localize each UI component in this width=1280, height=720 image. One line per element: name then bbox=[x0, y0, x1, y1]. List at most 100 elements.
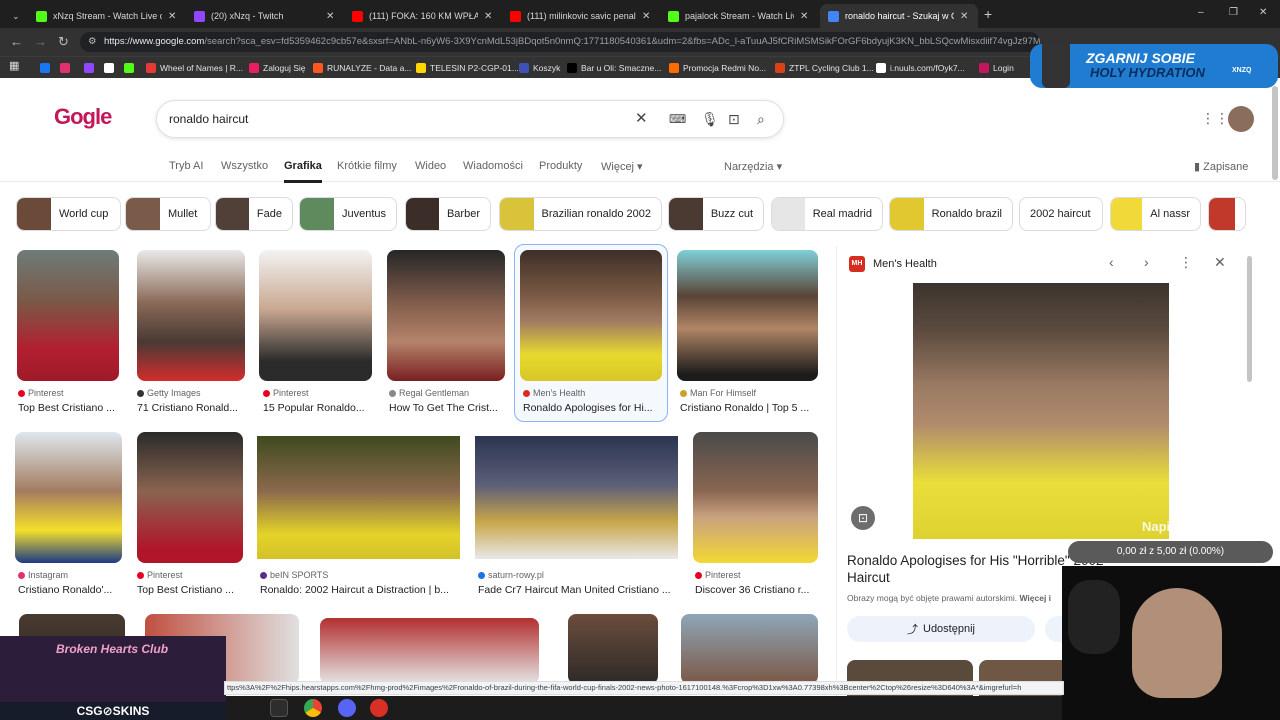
microphone-icon[interactable]: 🎙 bbox=[701, 110, 719, 128]
browser-tab[interactable]: xNzq Stream - Watch Live on K ✕ bbox=[28, 4, 186, 28]
result-source[interactable]: beIN SPORTS bbox=[260, 570, 328, 580]
tools-button[interactable]: Narzędzia ▾ bbox=[724, 160, 782, 173]
previous-icon[interactable]: ‹ bbox=[1109, 254, 1114, 270]
result-image[interactable] bbox=[137, 432, 243, 563]
result-image[interactable] bbox=[320, 618, 539, 684]
result-image[interactable] bbox=[681, 614, 818, 684]
chrome-icon[interactable] bbox=[304, 699, 322, 717]
result-image[interactable] bbox=[257, 436, 460, 559]
filter-chip[interactable] bbox=[1208, 197, 1246, 231]
tab-ai-mode[interactable]: Tryb AI bbox=[169, 160, 203, 172]
tab-videos[interactable]: Wideo bbox=[415, 160, 446, 172]
browser-tab[interactable]: (111) FOKA: 160 KM WPŁAW P ✕ bbox=[344, 4, 502, 28]
saved-button[interactable]: ▮ Zapisane bbox=[1194, 160, 1248, 173]
bookmark-item[interactable] bbox=[84, 61, 94, 75]
panel-source[interactable]: MH Men's Health bbox=[849, 256, 937, 272]
filter-chip[interactable]: Buzz cut bbox=[668, 197, 764, 231]
close-window-button[interactable]: ✕ bbox=[1259, 7, 1267, 18]
tab-images[interactable]: Grafika bbox=[284, 160, 322, 183]
result-source[interactable]: saturn-rowy.pl bbox=[478, 570, 544, 580]
clear-icon[interactable]: ✕ bbox=[635, 110, 648, 128]
bookmark-item[interactable]: Zaloguj Się bbox=[249, 61, 306, 75]
filter-chip[interactable]: Al nassr bbox=[1110, 197, 1201, 231]
result-image[interactable] bbox=[568, 614, 658, 684]
next-icon[interactable]: › bbox=[1144, 254, 1149, 270]
tab-short-videos[interactable]: Krótkie filmy bbox=[337, 160, 397, 172]
tab-all[interactable]: Wszystko bbox=[221, 160, 268, 172]
bookmark-item[interactable]: Koszyk bbox=[519, 61, 560, 75]
bookmark-item[interactable] bbox=[104, 61, 114, 75]
result-image[interactable] bbox=[17, 250, 119, 381]
result-caption[interactable]: 15 Popular Ronaldo... bbox=[263, 402, 373, 414]
result-image[interactable] bbox=[15, 432, 122, 563]
more-options-icon[interactable]: ⋮ bbox=[1179, 254, 1193, 271]
bookmark-item[interactable]: RUNALYZE - Data a... bbox=[313, 61, 411, 75]
result-source[interactable]: Instagram bbox=[18, 570, 68, 580]
site-info-icon[interactable]: ⚙ bbox=[88, 32, 97, 52]
bookmark-item[interactable]: ZTPL Cycling Club 1... bbox=[775, 61, 874, 75]
tab-more[interactable]: Więcej ▾ bbox=[601, 160, 643, 173]
maximize-button[interactable]: ❐ bbox=[1229, 7, 1238, 18]
result-caption[interactable]: How To Get The Crist... bbox=[389, 402, 503, 414]
result-source[interactable]: Pinterest bbox=[137, 570, 183, 580]
result-image-selected[interactable] bbox=[520, 250, 662, 381]
result-source[interactable]: Men's Health bbox=[523, 388, 585, 398]
bookmark-item[interactable]: Wheel of Names | R... bbox=[146, 61, 243, 75]
filter-chip[interactable]: Mullet bbox=[125, 197, 211, 231]
address-bar[interactable]: ⚙ https://www.google.com/search?sca_esv=… bbox=[80, 32, 1040, 52]
filter-chip[interactable]: Juventus bbox=[299, 197, 397, 231]
filter-chip[interactable]: 2002 haircut bbox=[1019, 197, 1103, 231]
minimize-button[interactable]: – bbox=[1198, 7, 1204, 18]
result-image[interactable] bbox=[677, 250, 818, 381]
filter-chip[interactable]: Real madrid bbox=[771, 197, 883, 231]
bookmark-item[interactable]: Promocja Redmi No... bbox=[669, 61, 766, 75]
bookmark-item[interactable] bbox=[60, 61, 70, 75]
bookmark-item[interactable] bbox=[124, 61, 134, 75]
google-logo[interactable]: Gogle bbox=[54, 104, 112, 130]
tab-products[interactable]: Produkty bbox=[539, 160, 582, 172]
tab-search-icon[interactable]: ⌄ bbox=[4, 4, 20, 28]
lens-icon[interactable]: ⊡ bbox=[728, 110, 740, 128]
back-icon[interactable]: ← bbox=[10, 34, 23, 50]
avatar[interactable] bbox=[1228, 106, 1254, 132]
close-icon[interactable]: ✕ bbox=[960, 11, 970, 22]
result-caption[interactable]: Cristiano Ronaldo'... bbox=[18, 584, 120, 596]
result-caption[interactable]: Top Best Cristiano ... bbox=[18, 402, 120, 414]
result-caption[interactable]: Cristiano Ronaldo | Top 5 ... bbox=[680, 402, 820, 414]
filter-chip[interactable]: World cup bbox=[16, 197, 121, 231]
result-image[interactable] bbox=[137, 250, 245, 381]
browser-tab-active[interactable]: ronaldo haircut - Szukaj w Goo ✕ bbox=[820, 4, 978, 28]
lens-search-icon[interactable]: ⊡ bbox=[851, 506, 875, 530]
result-caption[interactable]: Fade Cr7 Haircut Man United Cristiano ..… bbox=[478, 584, 678, 596]
ad-banner[interactable]: ZGARNIJ SOBIE HOLY HYDRATION XNZQ bbox=[1030, 44, 1278, 88]
bookmark-item[interactable]: i.nuuls.com/fOyk7... bbox=[876, 61, 965, 75]
learn-more-link[interactable]: Więcej i bbox=[1019, 593, 1051, 603]
filter-chip[interactable]: Fade bbox=[215, 197, 293, 231]
discord-icon[interactable] bbox=[338, 699, 356, 717]
result-caption[interactable]: Ronaldo: 2002 Haircut a Distraction | b.… bbox=[260, 584, 460, 596]
result-caption[interactable]: 71 Cristiano Ronald... bbox=[137, 402, 245, 414]
apps-grid-icon[interactable]: ▦ bbox=[9, 59, 19, 72]
panel-scrollbar[interactable] bbox=[1247, 256, 1252, 382]
result-image[interactable] bbox=[259, 250, 372, 381]
browser-tab[interactable]: (20) xNzq - Twitch ✕ bbox=[186, 4, 344, 28]
tab-news[interactable]: Wiadomości bbox=[463, 160, 523, 172]
bookmark-item[interactable] bbox=[40, 61, 50, 75]
result-caption[interactable]: Top Best Cristiano ... bbox=[137, 584, 243, 596]
browser-tab[interactable]: pajalock Stream - Watch Live o ✕ bbox=[660, 4, 818, 28]
share-button[interactable]: ⤴ Udostępnij bbox=[847, 616, 1035, 642]
result-image[interactable] bbox=[387, 250, 505, 381]
filter-chip[interactable]: Brazilian ronaldo 2002 bbox=[499, 197, 662, 231]
close-icon[interactable]: ✕ bbox=[800, 11, 810, 22]
close-icon[interactable]: ✕ bbox=[1214, 254, 1226, 271]
result-source[interactable]: Pinterest bbox=[695, 570, 741, 580]
filter-chip[interactable]: Ronaldo brazil bbox=[889, 197, 1013, 231]
page-scrollbar[interactable] bbox=[1272, 86, 1278, 180]
result-source[interactable]: Man For Himself bbox=[680, 388, 756, 398]
forward-icon[interactable]: → bbox=[34, 34, 47, 50]
bookmark-item[interactable]: Login bbox=[979, 61, 1014, 75]
obs-icon[interactable] bbox=[370, 699, 388, 717]
result-caption[interactable]: Ronaldo Apologises for Hi... bbox=[523, 402, 663, 414]
reload-icon[interactable]: ↻ bbox=[58, 34, 69, 50]
result-source[interactable]: Pinterest bbox=[263, 388, 309, 398]
